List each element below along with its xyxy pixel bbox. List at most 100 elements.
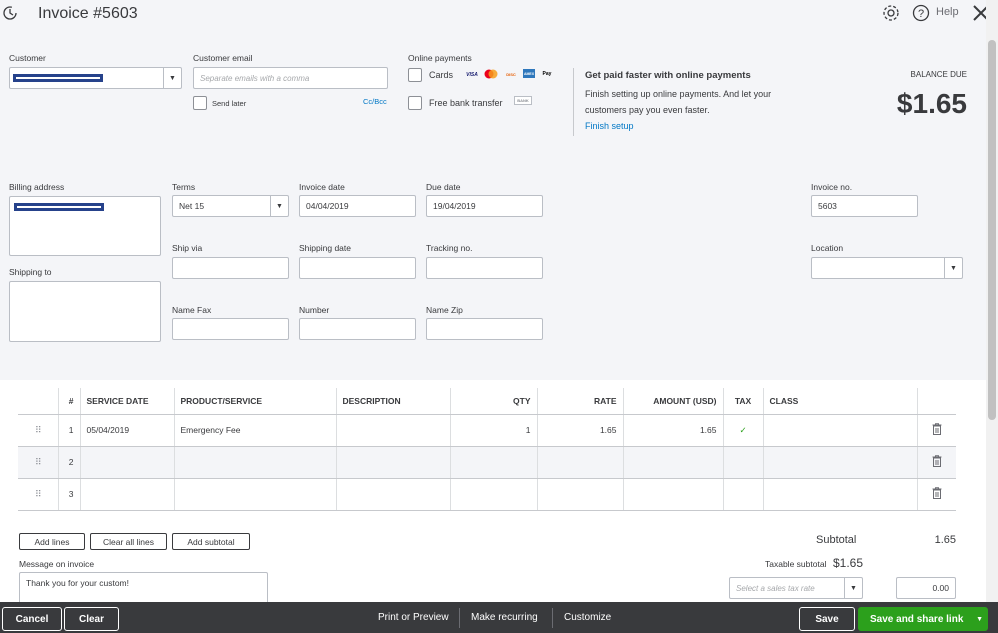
location-select[interactable]: ▼ [811,257,963,279]
delete-header [917,388,956,415]
bank-transfer-checkbox[interactable] [408,96,422,110]
help-link[interactable]: Help [936,6,959,18]
row-num: 2 [58,446,81,479]
customer-email-placeholder: Separate emails with a comma [200,74,310,83]
row-qty[interactable] [450,446,538,479]
col-product-header: PRODUCT/SERVICE [174,388,337,415]
row-tax[interactable] [723,446,764,479]
add-lines-button[interactable]: Add lines [19,533,85,550]
customer-select[interactable]: ▼ [9,67,182,89]
trash-icon[interactable] [917,414,956,447]
drag-handle-icon[interactable]: ⠿ [18,478,59,511]
page-title: Invoice #5603 [38,5,138,22]
chevron-down-icon[interactable]: ▼ [944,258,962,278]
footer-bar: Cancel Clear Print or Preview Make recur… [0,602,998,633]
message-on-invoice-input[interactable]: Thank you for your custom! [19,572,268,604]
row-description[interactable] [336,478,451,511]
row-num: 1 [58,414,81,447]
row-rate[interactable] [537,478,624,511]
row-description[interactable] [336,414,451,447]
col-service-date-header: SERVICE DATE [80,388,175,415]
clear-button[interactable]: Clear [64,607,119,631]
shipping-date-input[interactable] [299,257,416,279]
sales-tax-rate-select[interactable]: Select a sales tax rate ▼ [729,577,863,599]
chevron-down-icon[interactable]: ▼ [163,68,181,88]
cc-bcc-link[interactable]: Cc/Bcc [363,97,387,106]
finish-setup-link[interactable]: Finish setup [585,121,634,131]
print-or-preview-button[interactable]: Print or Preview [378,602,449,633]
customize-button[interactable]: Customize [564,602,611,633]
tracking-no-input[interactable] [426,257,543,279]
apple-pay-icon: Pay [542,70,552,77]
invoice-no-input[interactable]: 5603 [811,195,918,217]
trash-icon[interactable] [917,478,956,511]
drag-handle-icon[interactable]: ⠿ [18,414,59,447]
line-items-table: # SERVICE DATE PRODUCT/SERVICE DESCRIPTI… [18,388,956,511]
invoice-no-label: Invoice no. [811,182,853,192]
promo-body: Finish setting up online payments. And l… [585,89,772,115]
add-subtotal-button[interactable]: Add subtotal [172,533,250,550]
save-button[interactable]: Save [799,607,855,631]
row-description[interactable] [336,446,451,479]
due-date-input[interactable]: 19/04/2019 [426,195,543,217]
invoice-date-input[interactable]: 04/04/2019 [299,195,416,217]
row-amount[interactable] [623,446,724,479]
scrollbar-thumb[interactable] [988,40,996,420]
make-recurring-button[interactable]: Make recurring [471,602,538,633]
number-input[interactable] [299,318,416,340]
customer-email-input[interactable]: Separate emails with a comma [193,67,388,89]
row-class[interactable] [763,414,918,447]
chevron-down-icon[interactable]: ▼ [844,578,862,598]
row-product[interactable]: Emergency Fee [174,414,337,447]
visa-icon: VISA [466,71,478,78]
row-class[interactable] [763,478,918,511]
sales-tax-rate-placeholder: Select a sales tax rate [736,584,815,593]
row-service-date[interactable] [80,478,175,511]
settings-gear-icon[interactable] [882,4,900,22]
taxable-subtotal-label: Taxable subtotal [765,559,827,569]
trash-icon[interactable] [917,446,956,479]
row-tax[interactable] [723,478,764,511]
table-row[interactable]: ⠿ 3 [18,478,956,511]
row-service-date[interactable]: 05/04/2019 [80,414,175,447]
chevron-down-icon[interactable]: ▼ [976,608,983,630]
footer-divider [552,608,553,628]
tax-amount-input[interactable]: 0.00 [896,577,956,599]
save-and-share-link-button[interactable]: Save and share link ▼ [858,607,988,631]
bank-icon: BANK [514,96,532,105]
cancel-button[interactable]: Cancel [2,607,62,631]
row-tax-check-icon[interactable]: ✓ [723,414,764,447]
row-product[interactable] [174,446,337,479]
row-amount[interactable] [623,478,724,511]
name-fax-input[interactable] [172,318,289,340]
table-row[interactable]: ⠿ 1 05/04/2019 Emergency Fee 1 1.65 1.65… [18,414,956,447]
redacted-customer-name [13,74,103,82]
clear-all-lines-button[interactable]: Clear all lines [90,533,167,550]
row-amount[interactable]: 1.65 [623,414,724,447]
row-qty[interactable]: 1 [450,414,538,447]
shipping-to-input[interactable] [9,281,161,342]
terms-select[interactable]: Net 15 ▼ [172,195,289,217]
row-rate[interactable]: 1.65 [537,414,624,447]
footer-divider [459,608,460,628]
drag-handle-icon[interactable]: ⠿ [18,446,59,479]
promo-title: Get paid faster with online payments [585,70,751,81]
row-product[interactable] [174,478,337,511]
table-row[interactable]: ⠿ 2 [18,446,956,479]
help-question-icon[interactable]: ? [912,4,930,22]
recent-transactions-icon[interactable] [2,5,18,21]
ship-via-input[interactable] [172,257,289,279]
row-qty[interactable] [450,478,538,511]
billing-address-input[interactable] [9,196,161,256]
row-rate[interactable] [537,446,624,479]
cards-checkbox[interactable] [408,68,422,82]
name-zip-input[interactable] [426,318,543,340]
subtotal-label: Subtotal [816,534,857,546]
svg-text:?: ? [918,8,924,20]
location-label: Location [811,243,844,253]
send-later-checkbox[interactable] [193,96,207,110]
row-class[interactable] [763,446,918,479]
chevron-down-icon[interactable]: ▼ [270,196,288,216]
page-scrollbar[interactable] [986,0,998,602]
row-service-date[interactable] [80,446,175,479]
